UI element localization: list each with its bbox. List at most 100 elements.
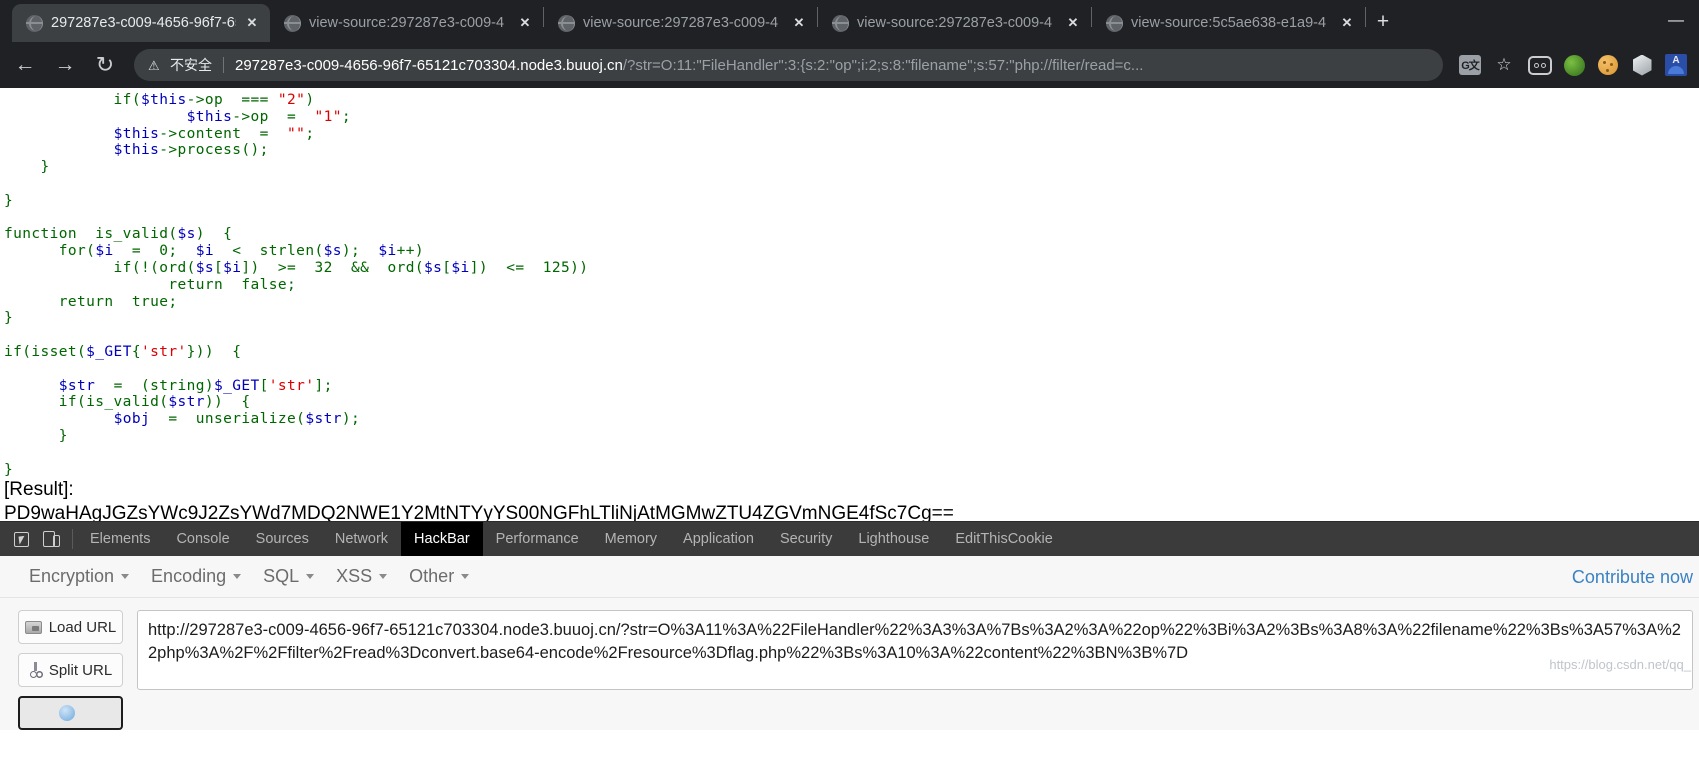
code-line: } xyxy=(4,159,1699,176)
code-token: ->content = xyxy=(159,125,288,142)
screenshot-extension-icon[interactable] xyxy=(1525,50,1555,80)
split-url-button[interactable]: Split URL xyxy=(18,653,123,687)
hackbar-menu-encoding[interactable]: Encoding xyxy=(140,566,252,587)
code-token: = unserialize( xyxy=(150,411,306,428)
code-token: $i xyxy=(378,243,397,260)
tab-close-icon[interactable]: ✕ xyxy=(1065,15,1081,31)
tab-favicon-globe-icon xyxy=(284,14,301,32)
not-secure-label[interactable]: 不安全 xyxy=(170,55,212,75)
contribute-now-link[interactable]: Contribute now xyxy=(1572,556,1699,598)
devtools-tab-network[interactable]: Network xyxy=(322,522,401,556)
translate-icon[interactable]: G文 xyxy=(1455,50,1485,80)
window-minimize-button[interactable]: — xyxy=(1653,0,1699,42)
address-bar[interactable]: ⚠ 不安全 297287e3-c009-4656-96f7-65121c7033… xyxy=(134,49,1443,81)
tab-favicon-globe-icon xyxy=(558,14,575,32)
devtools-divider xyxy=(72,529,73,549)
new-tab-button[interactable]: + xyxy=(1366,5,1400,39)
code-token: ]; xyxy=(314,377,333,394)
browser-toolbar: ← → ↻ ⚠ 不安全 297287e3-c009-4656-96f7-6512… xyxy=(0,42,1699,88)
browser-tab-5[interactable]: view-source:5c5ae638-e1a9-4 ✕ xyxy=(1092,4,1365,42)
code-token: "" xyxy=(287,125,306,142)
reload-icon[interactable]: ↻ xyxy=(86,46,124,84)
execute-button[interactable] xyxy=(18,696,123,730)
code-token: "1" xyxy=(314,108,342,125)
devtools-tab-application[interactable]: Application xyxy=(670,522,767,556)
code-line: $this->op = "1"; xyxy=(4,109,1699,126)
browser-tab-1[interactable]: 297287e3-c009-4656-96f7-65 ✕ xyxy=(12,4,270,42)
code-token: if(is_valid( xyxy=(4,394,169,411)
code-token: ); xyxy=(341,411,361,428)
tab-title: view-source:297287e3-c009-4 xyxy=(857,15,1053,31)
browser-tab-3[interactable]: view-source:297287e3-c009-4 ✕ xyxy=(544,4,817,42)
code-token: return false; xyxy=(4,276,297,293)
code-token: $obj xyxy=(113,411,151,428)
code-token: )) { xyxy=(204,394,251,411)
load-url-button[interactable]: Load URL xyxy=(18,610,123,644)
code-token: ) { xyxy=(195,226,233,243)
browser-tab-4[interactable]: view-source:297287e3-c009-4 ✕ xyxy=(818,4,1091,42)
code-line: } xyxy=(4,193,1699,210)
device-toolbar-icon[interactable] xyxy=(37,527,61,551)
back-icon[interactable]: ← xyxy=(6,46,44,84)
inspect-element-icon[interactable] xyxy=(9,527,33,551)
hackbar-menu-label: XSS xyxy=(336,566,373,586)
devtools-tab-sources[interactable]: Sources xyxy=(243,522,322,556)
browser-tab-2[interactable]: view-source:297287e3-c009-4 ✕ xyxy=(270,4,543,42)
devtools-tab-editthiscookie[interactable]: EditThisCookie xyxy=(942,522,1066,556)
split-url-label: Split URL xyxy=(48,661,113,679)
tab-title: view-source:297287e3-c009-4 xyxy=(583,15,779,31)
omnibox-divider xyxy=(223,57,224,73)
code-line: } xyxy=(4,310,1699,327)
hackbar-menu-encryption[interactable]: Encryption xyxy=(18,566,140,587)
tab-title: view-source:297287e3-c009-4 xyxy=(309,15,505,31)
hackbar-menu-xss[interactable]: XSS xyxy=(325,566,398,587)
tab-close-icon[interactable]: ✕ xyxy=(517,15,533,31)
devtools-tab-hackbar[interactable]: HackBar xyxy=(401,522,483,556)
window-controls: — xyxy=(1653,0,1699,42)
bookmark-star-icon[interactable]: ☆ xyxy=(1487,48,1521,82)
execute-icon xyxy=(59,705,75,721)
chevron-down-icon xyxy=(306,574,315,579)
devtools-tabbar: Elements Console Sources Network HackBar… xyxy=(0,521,1699,556)
chevron-down-icon xyxy=(379,574,388,579)
code-token: return true; xyxy=(4,293,178,310)
code-token: < strlen( xyxy=(214,243,324,260)
hackbar-menu-sql[interactable]: SQL xyxy=(252,566,325,587)
hackbar-menu-other[interactable]: Other xyxy=(398,566,480,587)
code-token: for( xyxy=(4,243,96,260)
tab-title: 297287e3-c009-4656-96f7-65 xyxy=(51,15,236,31)
translate-glyph-icon: G文 xyxy=(1459,55,1481,75)
devtools-tab-lighthouse[interactable]: Lighthouse xyxy=(845,522,942,556)
devtools-tab-performance[interactable]: Performance xyxy=(483,522,592,556)
hackbar-body: Load URL Split URL http://297287e3-c009-… xyxy=(0,598,1699,730)
devtools-tab-elements[interactable]: Elements xyxy=(77,522,163,556)
code-token: [ xyxy=(214,259,224,276)
code-token: })) { xyxy=(186,343,242,360)
code-token: 'str' xyxy=(140,343,187,360)
devtools-tab-console[interactable]: Console xyxy=(163,522,242,556)
code-token: $s xyxy=(424,259,443,276)
tab-close-icon[interactable]: ✕ xyxy=(244,15,260,31)
devtools-tab-security[interactable]: Security xyxy=(767,522,845,556)
code-token: ; xyxy=(305,125,315,142)
tab-favicon-globe-icon xyxy=(1106,14,1123,32)
devtools-tab-memory[interactable]: Memory xyxy=(592,522,670,556)
forward-icon[interactable]: → xyxy=(46,46,84,84)
tab-close-icon[interactable]: ✕ xyxy=(1339,15,1355,31)
load-url-icon xyxy=(24,620,42,634)
cookie-editor-extension-icon[interactable] xyxy=(1593,50,1623,80)
hackbar-panel: Encryption Encoding SQL XSS Other Contri… xyxy=(0,556,1699,730)
code-token: $this xyxy=(186,108,233,125)
hackbar-url-textarea[interactable]: http://297287e3-c009-4656-96f7-65121c703… xyxy=(137,610,1693,690)
opera-extension-icon[interactable] xyxy=(1559,50,1589,80)
box-extension-icon[interactable] xyxy=(1627,50,1657,80)
hackbar-url-value: http://297287e3-c009-4656-96f7-65121c703… xyxy=(148,621,1681,662)
tab-close-icon[interactable]: ✕ xyxy=(791,15,807,31)
hero-extension-icon[interactable] xyxy=(1661,50,1691,80)
code-line: } xyxy=(4,428,1699,445)
screenshot-glyph-icon xyxy=(1528,55,1552,75)
